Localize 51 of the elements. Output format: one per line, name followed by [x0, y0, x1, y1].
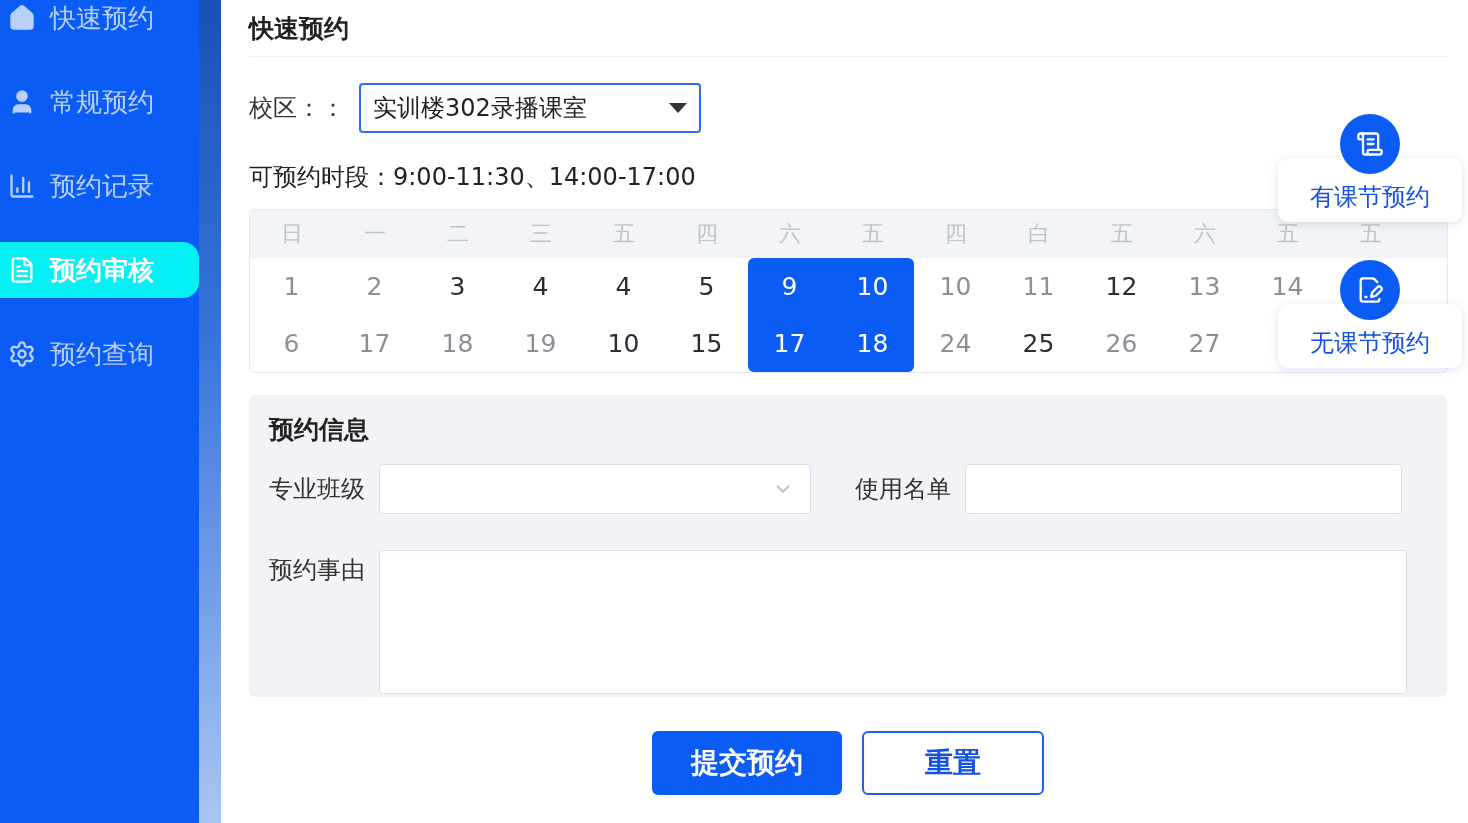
settings-icon: [8, 340, 36, 368]
calendar-day[interactable]: 14: [1246, 271, 1329, 302]
calendar-day[interactable]: 17: [748, 315, 831, 372]
calendar-day[interactable]: 4: [499, 271, 582, 302]
caret-icon: [669, 103, 687, 113]
input-field[interactable]: [965, 464, 1402, 514]
sidebar-item[interactable]: 常规预约: [0, 74, 200, 130]
calendar-day[interactable]: 1: [250, 271, 333, 302]
calendar-day[interactable]: 24: [914, 328, 997, 359]
calendar-day[interactable]: 27: [1163, 328, 1246, 359]
sidebar-item[interactable]: 预约记录: [0, 158, 200, 214]
calendar-day[interactable]: 26: [1080, 328, 1163, 359]
calendar-day[interactable]: 9: [748, 258, 831, 315]
home-icon: [8, 4, 36, 32]
campus-label: 校区：：: [249, 93, 345, 124]
document-icon: [1356, 130, 1384, 158]
sidebar-item[interactable]: 快速预约: [0, 0, 200, 46]
quick-action-button[interactable]: 有课节预约: [1278, 158, 1462, 222]
action-circle[interactable]: [1340, 260, 1400, 320]
calendar-day[interactable]: 2: [333, 271, 416, 302]
calendar-day[interactable]: 12: [1080, 271, 1163, 302]
class-select[interactable]: [379, 464, 811, 514]
field-label: 使用名单: [855, 474, 951, 505]
calendar-day[interactable]: 6: [250, 328, 333, 359]
calendar-day[interactable]: 10: [831, 258, 914, 315]
reset-button[interactable]: 重置: [862, 731, 1044, 795]
action-circle[interactable]: [1340, 114, 1400, 174]
sidebar-item[interactable]: 预约查询: [0, 326, 200, 382]
calendar-day[interactable]: 18: [416, 328, 499, 359]
text-area[interactable]: [379, 550, 1407, 694]
calendar-day[interactable]: 18: [831, 315, 914, 372]
calendar-day[interactable]: 3: [416, 271, 499, 302]
calendar-day[interactable]: 15: [665, 328, 748, 359]
quick-action-button[interactable]: 无课节预约: [1278, 304, 1462, 368]
available-hours: 可预约时段：9:00-11:30、14:00-17:00: [249, 162, 696, 193]
field-label: 预约事由: [269, 555, 365, 586]
section-title: 预约信息: [269, 414, 370, 446]
field-label: 专业班级: [269, 474, 365, 505]
chart-icon: [8, 172, 36, 200]
calendar-day[interactable]: 4: [582, 271, 665, 302]
calendar-day[interactable]: 17: [333, 328, 416, 359]
calendar-day[interactable]: 10: [914, 271, 997, 302]
page-title: 快速预约: [249, 0, 1448, 57]
calendar-day[interactable]: 25: [997, 328, 1080, 359]
submit-button[interactable]: 提交预约: [652, 731, 842, 795]
calendar-day[interactable]: 13: [1163, 271, 1246, 302]
calendar-day[interactable]: 11: [997, 271, 1080, 302]
calendar-day[interactable]: 19: [499, 328, 582, 359]
calendar-day[interactable]: 10: [582, 328, 665, 359]
calendar-day[interactable]: 5: [665, 271, 748, 302]
campus-select[interactable]: 实训楼302录播课室: [359, 83, 701, 133]
